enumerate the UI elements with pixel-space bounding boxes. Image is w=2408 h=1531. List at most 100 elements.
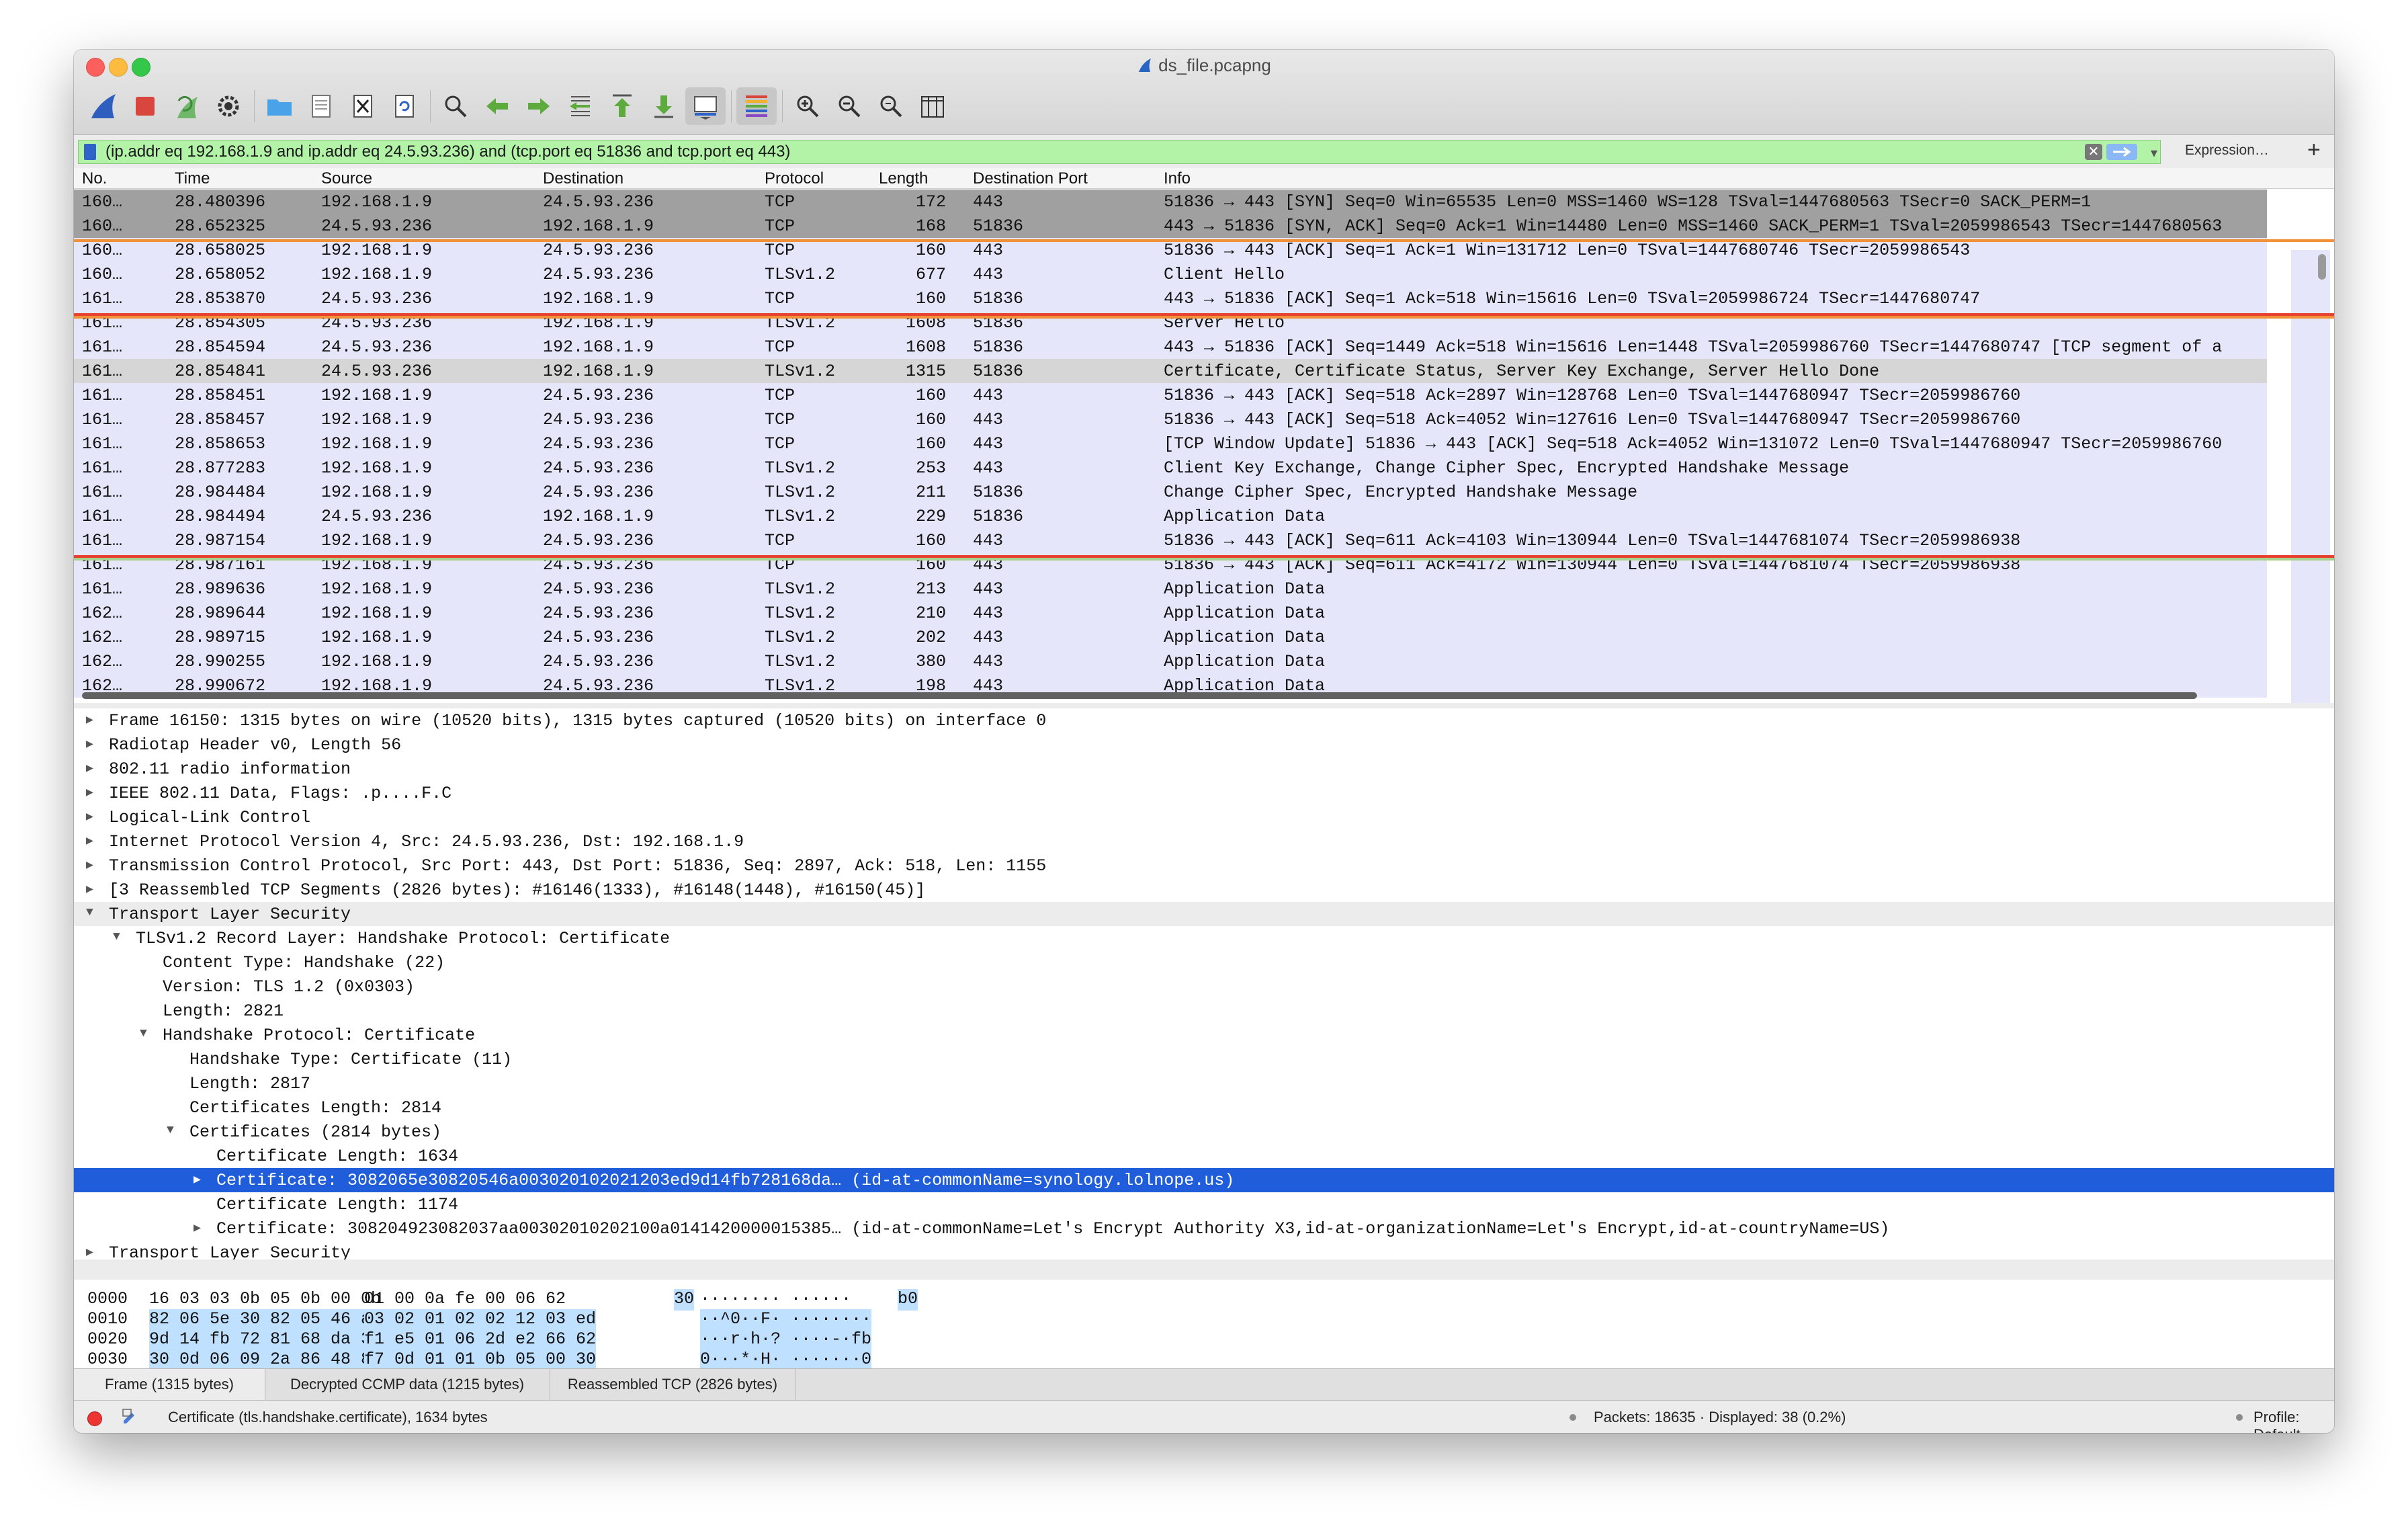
detail-tree-row[interactable]: ▶ Certificate: 308204923082037aa003020102… bbox=[74, 1216, 2334, 1241]
detail-tree-row[interactable]: Content Type: Handshake (22) bbox=[74, 950, 2334, 975]
expand-arrow-icon[interactable]: ▶ bbox=[86, 833, 93, 848]
packet-row[interactable]: 162… 28.990255 192.168.1.9 24.5.93.236 TLSv1… bbox=[74, 649, 2267, 673]
packet-row[interactable]: 162… 28.989715 192.168.1.9 24.5.93.236 TLSv1… bbox=[74, 625, 2267, 649]
packet-row[interactable]: 161… 28.987161 192.168.1.9 24.5.93.236 TCP 16… bbox=[74, 552, 2267, 577]
detail-tree-row[interactable]: Certificates Length: 2814 bbox=[74, 1095, 2334, 1120]
packet-list[interactable]: No. Time Source Destination Protocol Len… bbox=[74, 168, 2334, 703]
autoscroll-button[interactable] bbox=[685, 87, 726, 125]
column-info[interactable]: Info bbox=[1164, 169, 1191, 188]
capture-options-button[interactable] bbox=[208, 87, 249, 125]
detail-tree-row[interactable]: ▶ Frame 16150: 1315 bytes on wire (10520 … bbox=[74, 708, 2334, 733]
detail-tree-row[interactable]: ▼ Certificates (2814 bytes) bbox=[74, 1120, 2334, 1144]
detail-tree-row[interactable]: ▼ Handshake Protocol: Certificate bbox=[74, 1023, 2334, 1047]
expand-arrow-icon[interactable]: ▶ bbox=[86, 785, 93, 800]
expand-arrow-icon[interactable]: ▶ bbox=[194, 1172, 201, 1187]
expand-arrow-icon[interactable]: ▶ bbox=[86, 761, 93, 776]
go-to-packet-button[interactable] bbox=[560, 87, 601, 125]
packet-row[interactable]: 161… 28.877283 192.168.1.9 24.5.93.236 TLSv1… bbox=[74, 456, 2267, 480]
collapse-arrow-icon[interactable]: ▼ bbox=[167, 1124, 174, 1137]
detail-tree-row[interactable]: Handshake Type: Certificate (11) bbox=[74, 1047, 2334, 1071]
colorize-button[interactable] bbox=[736, 87, 777, 125]
apply-filter-button[interactable] bbox=[2106, 144, 2137, 160]
collapse-arrow-icon[interactable]: ▼ bbox=[140, 1027, 147, 1040]
detail-tree-row[interactable]: ▶ Certificate: 3082065e30820546a003020102… bbox=[74, 1168, 2334, 1192]
clear-filter-button[interactable]: ✕ bbox=[2085, 144, 2102, 160]
display-filter-input[interactable]: (ip.addr eq 192.168.1.9 and ip.addr eq 2… bbox=[78, 140, 2161, 164]
column-length[interactable]: Length bbox=[879, 169, 928, 188]
packet-row[interactable]: 160… 28.658025 192.168.1.9 24.5.93.236 TCP 16… bbox=[74, 238, 2267, 262]
start-capture-button[interactable] bbox=[83, 87, 124, 125]
column-destination[interactable]: Destination bbox=[543, 169, 624, 188]
collapse-arrow-icon[interactable]: ▼ bbox=[113, 930, 120, 944]
detail-tree-row[interactable]: ▶ Internet Protocol Version 4, Src: 24.5.… bbox=[74, 829, 2334, 854]
scrollbar-thumb[interactable] bbox=[2318, 254, 2326, 280]
detail-tree-row[interactable]: ▼ Transport Layer Security bbox=[74, 902, 2334, 926]
detail-tree-row[interactable]: Certificate Length: 1174 bbox=[74, 1192, 2334, 1216]
packet-row[interactable]: 161… 28.854841 24.5.93.236 192.168.1.9 TLSv1… bbox=[74, 359, 2267, 383]
recent-filters-dropdown[interactable]: ▾ bbox=[2151, 142, 2157, 163]
column-source[interactable]: Source bbox=[321, 169, 372, 188]
expand-arrow-icon[interactable]: ▶ bbox=[86, 737, 93, 751]
column-destination-port[interactable]: Destination Port bbox=[973, 169, 1088, 188]
go-forward-button[interactable] bbox=[519, 87, 559, 125]
reload-file-button[interactable] bbox=[384, 87, 425, 125]
packet-row[interactable]: 161… 28.854594 24.5.93.236 192.168.1.9 TCP 16… bbox=[74, 335, 2267, 359]
packet-row[interactable]: 161… 28.858653 192.168.1.9 24.5.93.236 TCP 16… bbox=[74, 431, 2267, 456]
last-packet-button[interactable] bbox=[644, 87, 684, 125]
expand-arrow-icon[interactable]: ▶ bbox=[86, 1245, 93, 1259]
packet-list-hscrollbar[interactable] bbox=[82, 692, 2197, 699]
detail-tree-row[interactable]: ▶ 802.11 radio information bbox=[74, 757, 2334, 781]
detail-tree-row[interactable]: ▼ TLSv1.2 Record Layer: Handshake Protoco… bbox=[74, 926, 2334, 950]
tab-reassembled-tcp[interactable]: Reassembled TCP (2826 bytes) bbox=[550, 1369, 796, 1400]
detail-tree-row[interactable]: ▶ Transport Layer Security bbox=[74, 1241, 2334, 1259]
packet-row[interactable]: 161… 28.989636 192.168.1.9 24.5.93.236 TLSv1… bbox=[74, 577, 2267, 601]
packet-row[interactable]: 161… 28.987154 192.168.1.9 24.5.93.236 TCP 16… bbox=[74, 528, 2267, 552]
zoom-out-button[interactable] bbox=[829, 87, 869, 125]
packet-row[interactable]: 160… 28.658052 192.168.1.9 24.5.93.236 TLSv1… bbox=[74, 262, 2267, 286]
packet-row[interactable]: 161… 28.858457 192.168.1.9 24.5.93.236 TCP 16… bbox=[74, 407, 2267, 431]
expression-button[interactable]: Expression… bbox=[2185, 142, 2269, 159]
expand-arrow-icon[interactable]: ▶ bbox=[194, 1220, 201, 1235]
expert-info-icon[interactable] bbox=[87, 1411, 102, 1426]
first-packet-button[interactable] bbox=[602, 87, 642, 125]
detail-tree-row[interactable]: ▶ Transmission Control Protocol, Src Port… bbox=[74, 854, 2334, 878]
column-protocol[interactable]: Protocol bbox=[765, 169, 824, 188]
close-file-button[interactable] bbox=[343, 87, 383, 125]
bookmark-icon[interactable] bbox=[84, 144, 96, 160]
tab-frame[interactable]: Frame (1315 bytes) bbox=[74, 1369, 265, 1400]
find-packet-button[interactable] bbox=[435, 87, 476, 125]
stop-capture-button[interactable] bbox=[125, 87, 165, 125]
edit-comment-icon[interactable] bbox=[121, 1407, 138, 1425]
resize-columns-button[interactable] bbox=[912, 87, 953, 125]
packet-row[interactable]: 161… 28.854305 24.5.93.236 192.168.1.9 TLSv1… bbox=[74, 311, 2267, 335]
collapse-arrow-icon[interactable]: ▼ bbox=[86, 906, 93, 919]
packet-row[interactable]: 160… 28.480396 192.168.1.9 24.5.93.236 TCP 17… bbox=[74, 190, 2267, 214]
expand-arrow-icon[interactable]: ▶ bbox=[86, 858, 93, 872]
normal-size-button[interactable] bbox=[871, 87, 911, 125]
packet-details[interactable]: ▶ Frame 16150: 1315 bytes on wire (10520 … bbox=[74, 708, 2334, 1259]
go-back-button[interactable] bbox=[477, 87, 517, 125]
restart-capture-button[interactable] bbox=[167, 87, 207, 125]
detail-tree-row[interactable]: Length: 2821 bbox=[74, 999, 2334, 1023]
detail-tree-row[interactable]: ▶ [3 Reassembled TCP Segments (2826 bytes… bbox=[74, 878, 2334, 902]
column-no[interactable]: No. bbox=[82, 169, 107, 188]
detail-tree-row[interactable]: Length: 2817 bbox=[74, 1071, 2334, 1095]
packet-row[interactable]: 162… 28.989644 192.168.1.9 24.5.93.236 TLSv1… bbox=[74, 601, 2267, 625]
packet-row[interactable]: 161… 28.984484 192.168.1.9 24.5.93.236 TLSv1… bbox=[74, 480, 2267, 504]
detail-tree-row[interactable]: ▶ IEEE 802.11 Data, Flags: .p....F.C bbox=[74, 781, 2334, 805]
status-profile[interactable]: Profile: Default bbox=[2253, 1409, 2334, 1433]
detail-tree-row[interactable]: ▶ Radiotap Header v0, Length 56 bbox=[74, 733, 2334, 757]
expand-arrow-icon[interactable]: ▶ bbox=[86, 882, 93, 897]
add-filter-button[interactable]: + bbox=[2307, 137, 2321, 163]
detail-tree-row[interactable]: Certificate Length: 1634 bbox=[74, 1144, 2334, 1168]
detail-tree-row[interactable]: ▶ Logical-Link Control bbox=[74, 805, 2334, 829]
zoom-in-button[interactable] bbox=[787, 87, 828, 125]
expand-arrow-icon[interactable]: ▶ bbox=[86, 809, 93, 824]
tab-decrypted-ccmp[interactable]: Decrypted CCMP data (1215 bytes) bbox=[265, 1369, 550, 1400]
packet-row[interactable]: 161… 28.984494 24.5.93.236 192.168.1.9 TLSv1… bbox=[74, 504, 2267, 528]
expand-arrow-icon[interactable]: ▶ bbox=[86, 712, 93, 727]
packet-list-scrollbar[interactable] bbox=[2291, 250, 2330, 703]
detail-tree-row[interactable]: Version: TLS 1.2 (0x0303) bbox=[74, 975, 2334, 999]
column-time[interactable]: Time bbox=[175, 169, 210, 188]
packet-row[interactable]: 161… 28.853870 24.5.93.236 192.168.1.9 TCP 16… bbox=[74, 286, 2267, 311]
